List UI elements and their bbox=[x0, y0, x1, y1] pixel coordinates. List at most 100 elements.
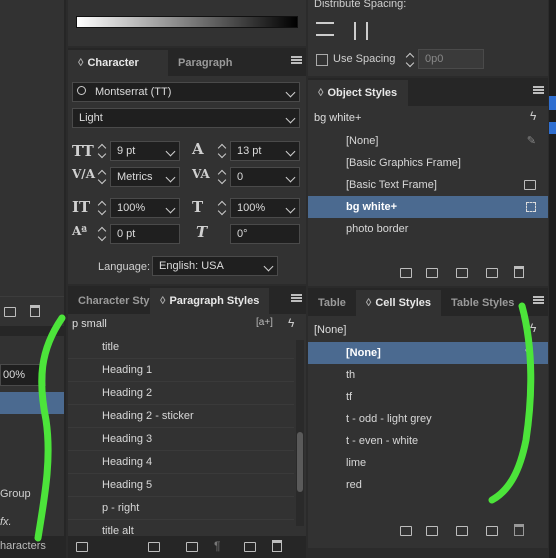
use-spacing-checkbox[interactable] bbox=[316, 54, 328, 66]
tracking-stepper[interactable] bbox=[216, 168, 228, 186]
leading-icon: A bbox=[192, 140, 204, 158]
panel-menu-icon[interactable] bbox=[533, 296, 544, 304]
trash-icon[interactable] bbox=[514, 524, 524, 536]
trash-icon[interactable] bbox=[272, 540, 282, 552]
list-item[interactable]: [Basic Graphics Frame] bbox=[308, 152, 548, 174]
tab-table[interactable]: Table bbox=[308, 290, 356, 316]
list-item[interactable]: title bbox=[68, 336, 294, 359]
tab-cell-styles[interactable]: ◊ Cell Styles bbox=[355, 290, 441, 316]
language-select[interactable]: English: USA bbox=[152, 256, 278, 276]
distribute-horizontal-icon[interactable] bbox=[354, 22, 368, 40]
lightning-icon[interactable]: ϟ bbox=[288, 316, 294, 330]
panel-menu-icon[interactable] bbox=[291, 294, 302, 302]
spacing-stepper[interactable] bbox=[404, 51, 416, 69]
baseline-shift-stepper[interactable] bbox=[96, 225, 108, 243]
list-item[interactable]: Heading 4 bbox=[68, 451, 294, 474]
language-label: Language: bbox=[98, 261, 150, 273]
text-frame-icon bbox=[524, 180, 536, 190]
vertical-scale-field[interactable]: 100% bbox=[110, 198, 180, 218]
vertical-scale-stepper[interactable] bbox=[96, 199, 108, 217]
folder-icon[interactable] bbox=[186, 542, 198, 552]
list-item[interactable]: p - right bbox=[68, 497, 294, 520]
search-icon bbox=[77, 86, 86, 95]
leading-field[interactable]: 13 pt bbox=[230, 141, 300, 161]
current-object-style: bg white+ bbox=[314, 112, 362, 124]
group-label: Group bbox=[0, 488, 31, 500]
leading-stepper[interactable] bbox=[216, 142, 228, 160]
list-item[interactable]: Heading 5 bbox=[68, 474, 294, 497]
load-styles-icon[interactable] bbox=[76, 542, 88, 552]
tab-table-styles[interactable]: Table Styles bbox=[441, 290, 524, 316]
tab-paragraph[interactable]: Paragraph bbox=[168, 50, 242, 76]
tab-character[interactable]: ◊ Character bbox=[68, 50, 168, 76]
no-edit-icon: ✎ bbox=[524, 347, 534, 359]
new-style-icon[interactable] bbox=[486, 526, 498, 536]
distribute-label: Distribute Spacing: bbox=[314, 0, 407, 10]
list-item[interactable]: Heading 3 bbox=[68, 428, 294, 451]
folder-icon[interactable] bbox=[400, 268, 412, 278]
list-item-selected[interactable]: [None] ✎ bbox=[308, 342, 548, 364]
skew-field[interactable]: 0° bbox=[230, 224, 300, 244]
distribute-vertical-icon[interactable] bbox=[316, 22, 334, 36]
trash-icon[interactable] bbox=[514, 266, 524, 278]
folder-icon[interactable] bbox=[400, 526, 412, 536]
tab-paragraph-styles[interactable]: ◊ Paragraph Styles bbox=[150, 288, 270, 314]
list-item[interactable]: t - odd - light grey bbox=[308, 408, 548, 430]
list-item[interactable]: Heading 2 bbox=[68, 382, 294, 405]
baseline-shift-icon: Aª bbox=[72, 224, 88, 238]
font-style-select[interactable]: Light bbox=[72, 108, 300, 128]
spacing-field[interactable]: 0p0 bbox=[418, 49, 484, 69]
list-item-selected[interactable]: bg white+ bbox=[308, 196, 548, 218]
list-item[interactable]: Heading 1 bbox=[68, 359, 294, 382]
list-item[interactable]: [Basic Text Frame] bbox=[308, 174, 548, 196]
zoom-field[interactable]: 00% bbox=[0, 364, 46, 386]
distribute-spacing-panel: Distribute Spacing: Use Spacing 0p0 bbox=[308, 0, 548, 76]
list-item[interactable]: lime bbox=[308, 452, 548, 474]
trash-icon[interactable] bbox=[30, 305, 40, 317]
characters-tab[interactable]: haracters bbox=[0, 540, 46, 552]
apply-style-icon[interactable] bbox=[426, 526, 438, 536]
horizontal-scale-icon: T bbox=[192, 198, 204, 216]
horizontal-scale-field[interactable]: 100% bbox=[230, 198, 300, 218]
current-cell-style: [None] bbox=[314, 324, 347, 336]
clear-override-icon[interactable]: ¶ bbox=[214, 539, 220, 553]
list-item[interactable]: tf bbox=[308, 386, 548, 408]
tracking-field[interactable]: 0 bbox=[230, 167, 300, 187]
left-partial-panel: 00% Group fx. haracters bbox=[0, 0, 66, 558]
new-style-icon[interactable] bbox=[486, 268, 498, 278]
baseline-shift-field[interactable]: 0 pt bbox=[110, 224, 180, 244]
character-panel: ◊ Character Paragraph Montserrat (TT) Lig… bbox=[68, 48, 306, 284]
font-size-stepper[interactable] bbox=[96, 142, 108, 160]
new-icon[interactable] bbox=[4, 307, 16, 317]
scrollbar[interactable] bbox=[296, 340, 304, 526]
list-item[interactable]: photo border bbox=[308, 218, 548, 240]
scrollbar-thumb[interactable] bbox=[297, 432, 303, 492]
apply-style-icon[interactable] bbox=[426, 268, 438, 278]
list-item[interactable]: Heading 2 - sticker bbox=[68, 405, 294, 428]
folder-icon[interactable] bbox=[148, 542, 160, 552]
object-styles-panel: ◊ Object Styles bg white+ ϟ [None] ✎ [Basi… bbox=[308, 78, 548, 286]
list-item[interactable]: red bbox=[308, 474, 548, 496]
list-item[interactable]: th bbox=[308, 364, 548, 386]
horizontal-scale-stepper[interactable] bbox=[216, 199, 228, 217]
tab-object-styles[interactable]: ◊ Object Styles bbox=[308, 80, 408, 106]
kerning-field[interactable]: Metrics bbox=[110, 167, 180, 187]
tab-character-styles[interactable]: Character Styles bbox=[68, 288, 150, 314]
clear-override-icon[interactable] bbox=[456, 526, 468, 536]
frame-override-icon[interactable] bbox=[456, 268, 468, 278]
panel-menu-icon[interactable] bbox=[291, 56, 302, 64]
new-style-icon[interactable] bbox=[244, 542, 256, 552]
lightning-icon[interactable]: ϟ bbox=[530, 321, 536, 335]
gradient-ramp[interactable] bbox=[76, 16, 298, 28]
font-family-select[interactable]: Montserrat (TT) bbox=[72, 82, 300, 102]
new-style-plus-icon[interactable]: [a+] bbox=[256, 317, 273, 328]
font-size-field[interactable]: 9 pt bbox=[110, 141, 180, 161]
list-item[interactable]: t - even - white bbox=[308, 430, 548, 452]
vertical-scale-icon: IT bbox=[72, 198, 91, 216]
cell-style-list: [None] ✎ th tf t - odd - light grey t - e… bbox=[308, 342, 548, 496]
panel-menu-icon[interactable] bbox=[533, 86, 544, 94]
fx-label[interactable]: fx. bbox=[0, 516, 12, 528]
lightning-icon[interactable]: ϟ bbox=[530, 109, 536, 123]
kerning-stepper[interactable] bbox=[96, 168, 108, 186]
list-item[interactable]: [None] ✎ bbox=[308, 130, 548, 152]
